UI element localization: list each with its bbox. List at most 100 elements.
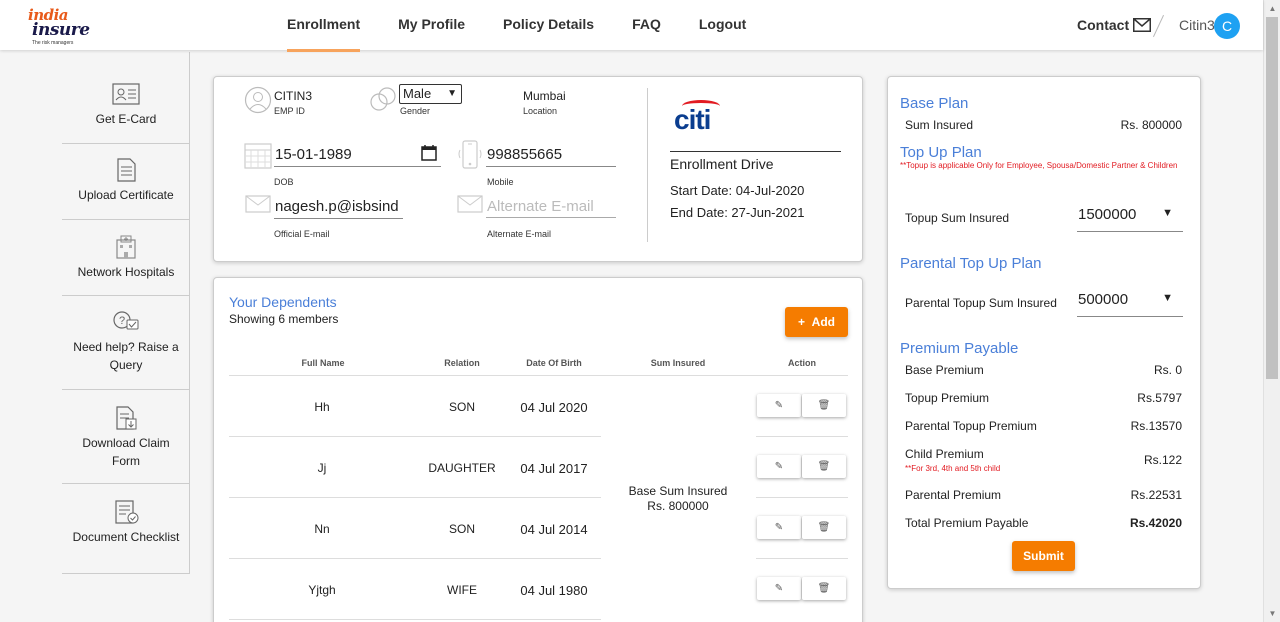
sidebar-item-raise-query[interactable]: ? Need help? Raise a Query — [62, 296, 190, 390]
delete-button[interactable]: 🗑 — [802, 455, 846, 478]
profile-divider — [647, 88, 648, 242]
row-divider — [756, 436, 848, 437]
drive-divider — [670, 151, 841, 152]
delete-button[interactable]: 🗑 — [802, 577, 846, 600]
hospital-icon — [116, 235, 136, 259]
alt-email-underline — [486, 217, 616, 218]
logo-tagline: The risk managers — [32, 40, 74, 46]
gender-select-value: Male — [403, 86, 432, 101]
edit-button[interactable]: ✎ — [757, 516, 801, 539]
delete-button[interactable]: 🗑 — [802, 516, 846, 539]
mobile-icon — [458, 140, 482, 169]
nav-enrollment[interactable]: Enrollment — [268, 0, 379, 52]
mobile-label: Mobile — [487, 177, 514, 187]
emp-id-value: CITIN3 — [274, 89, 313, 103]
total-premium-value: Rs.42020 — [1129, 516, 1182, 530]
dependent-name: Jj — [317, 461, 327, 475]
sidebar-item-download-claim-form[interactable]: Download Claim Form — [62, 390, 190, 484]
enrollment-drive-title: Enrollment Drive — [670, 156, 774, 172]
trash-icon: 🗑 — [817, 400, 831, 411]
mobile-underline — [486, 166, 616, 167]
page-scrollbar[interactable]: ▲ ▼ — [1263, 0, 1280, 622]
dependents-card — [213, 277, 863, 622]
sidebar-item-get-ecard[interactable]: Get E-Card — [62, 52, 190, 144]
mobile-input[interactable]: 998855665 — [487, 146, 562, 163]
svg-text:?: ? — [119, 315, 125, 327]
col-header-full-name: Full Name — [301, 358, 345, 368]
nav-logout[interactable]: Logout — [680, 0, 765, 50]
dependent-relation: WIFE — [447, 583, 477, 597]
contact-link[interactable]: Contact — [1077, 17, 1152, 33]
document-icon — [117, 158, 136, 182]
email-icon — [245, 195, 271, 213]
dependent-name: Yjtgh — [308, 583, 336, 597]
alt-email-icon — [457, 195, 483, 213]
edit-button[interactable]: ✎ — [757, 394, 801, 417]
emp-id-label: EMP ID — [274, 106, 305, 116]
official-email-label: Official E-mail — [274, 229, 330, 239]
dob-input[interactable]: 15-01-1989 — [275, 146, 352, 163]
table-header-divider — [229, 375, 848, 376]
sum-insured-value: Rs. 800000 — [1120, 118, 1182, 132]
sidebar: Get E-Card Upload Certificate Network Ho… — [62, 52, 190, 574]
pencil-icon: ✎ — [774, 522, 784, 533]
add-label: Add — [811, 315, 835, 329]
dependents-title: Your Dependents — [229, 294, 337, 310]
base-plan-title: Base Plan — [900, 95, 969, 112]
date-picker-icon[interactable] — [421, 145, 437, 161]
base-sum-insured-value: Rs. 800000 — [647, 499, 709, 513]
plus-icon: + — [797, 315, 805, 329]
parental-topup-select[interactable]: 500000 ▼ — [1077, 289, 1183, 317]
dependent-dob: 04 Jul 2020 — [520, 400, 588, 415]
top-header: india insure The risk managers Enrollmen… — [0, 0, 1263, 52]
email-underline — [274, 218, 403, 219]
trash-icon: 🗑 — [817, 522, 831, 533]
parental-premium-value: Rs.22531 — [1130, 488, 1182, 502]
delete-button[interactable]: 🗑 — [802, 394, 846, 417]
scroll-up-arrow-icon[interactable]: ▲ — [1264, 0, 1280, 17]
caret-down-icon: ▼ — [1162, 207, 1173, 219]
gender-label: Gender — [400, 106, 431, 116]
sidebar-item-upload-certificate[interactable]: Upload Certificate — [62, 144, 190, 220]
sidebar-label: Get E-Card — [95, 112, 157, 126]
base-sum-insured-cell: Base Sum Insured Rs. 800000 — [615, 484, 741, 514]
edit-button[interactable]: ✎ — [757, 577, 801, 600]
topup-sum-insured-select[interactable]: 1500000 ▼ — [1077, 204, 1183, 232]
sum-insured-label: Sum Insured — [905, 118, 974, 132]
parental-topup-label: Parental Topup Sum Insured — [905, 296, 1057, 310]
scroll-down-arrow-icon[interactable]: ▼ — [1264, 605, 1280, 622]
avatar[interactable]: C — [1214, 13, 1240, 39]
child-premium-note: **For 3rd, 4th and 5th child — [905, 464, 1001, 473]
premium-payable-title: Premium Payable — [900, 340, 1019, 357]
alt-email-input[interactable]: Alternate E-mail — [487, 198, 594, 215]
location-value: Mumbai — [523, 89, 566, 103]
dob-label: DOB — [274, 177, 294, 187]
edit-button[interactable]: ✎ — [757, 455, 801, 478]
total-premium-label: Total Premium Payable — [905, 516, 1029, 530]
row-divider — [756, 558, 848, 559]
scroll-thumb[interactable] — [1266, 17, 1278, 379]
official-email-input[interactable]: nagesh.p@isbsind — [275, 198, 399, 215]
trash-icon: 🗑 — [817, 583, 831, 594]
nav-faq[interactable]: FAQ — [613, 0, 680, 50]
nav-policy-details[interactable]: Policy Details — [484, 0, 613, 50]
col-header-dob: Date Of Birth — [526, 358, 582, 368]
sidebar-label: Network Hospitals — [77, 265, 175, 279]
id-card-icon — [112, 83, 140, 105]
india-insure-logo[interactable]: india insure The risk managers — [26, 6, 90, 46]
row-divider — [229, 497, 601, 498]
dependent-relation: DAUGHTER — [428, 461, 496, 475]
sidebar-item-document-checklist[interactable]: Document Checklist — [62, 484, 190, 574]
gender-select[interactable]: Male ▼ — [399, 84, 462, 104]
submit-button[interactable]: Submit — [1012, 541, 1075, 571]
topup-select-value: 1500000 — [1078, 206, 1137, 223]
nav-my-profile[interactable]: My Profile — [379, 0, 484, 50]
row-divider — [229, 436, 601, 437]
chevron-down-icon: ▼ — [447, 88, 457, 99]
caret-down-icon: ▼ — [1162, 292, 1173, 304]
sidebar-item-network-hospitals[interactable]: Network Hospitals — [62, 220, 190, 296]
base-premium-value: Rs. 0 — [1153, 363, 1182, 377]
dependent-dob: 04 Jul 2014 — [520, 522, 588, 537]
add-dependent-button[interactable]: + Add — [785, 307, 848, 337]
user-name[interactable]: Citin3 — [1179, 17, 1215, 33]
